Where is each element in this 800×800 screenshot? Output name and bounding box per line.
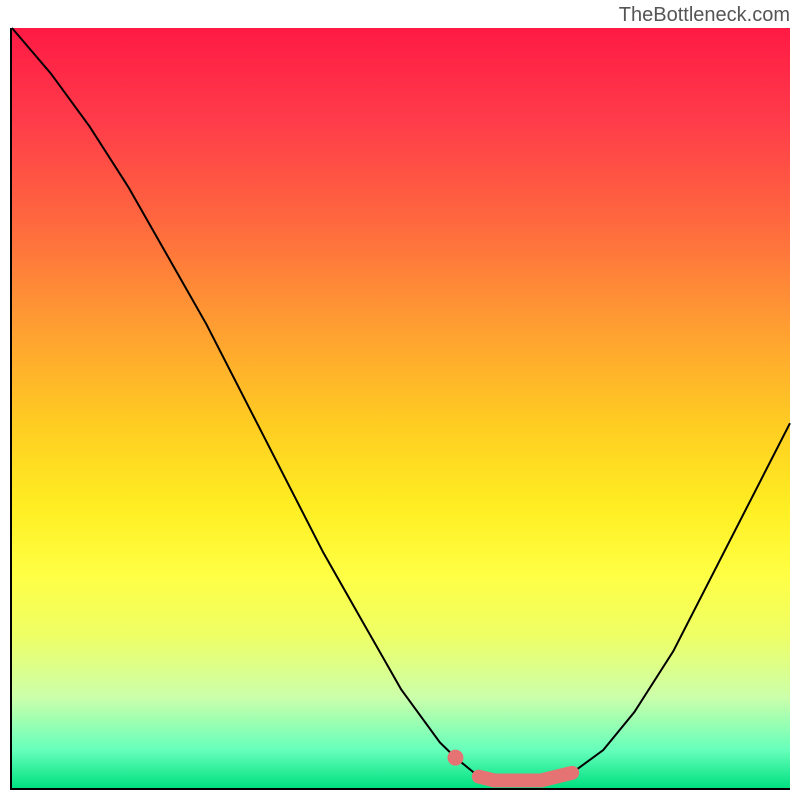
watermark-text: TheBottleneck.com bbox=[619, 4, 790, 27]
highlight-dot bbox=[447, 750, 463, 766]
chart-svg bbox=[12, 28, 790, 788]
chart-container: TheBottleneck.com bbox=[0, 0, 800, 800]
curve-line bbox=[12, 28, 790, 780]
plot-area bbox=[10, 28, 790, 790]
highlight-line bbox=[479, 773, 572, 781]
